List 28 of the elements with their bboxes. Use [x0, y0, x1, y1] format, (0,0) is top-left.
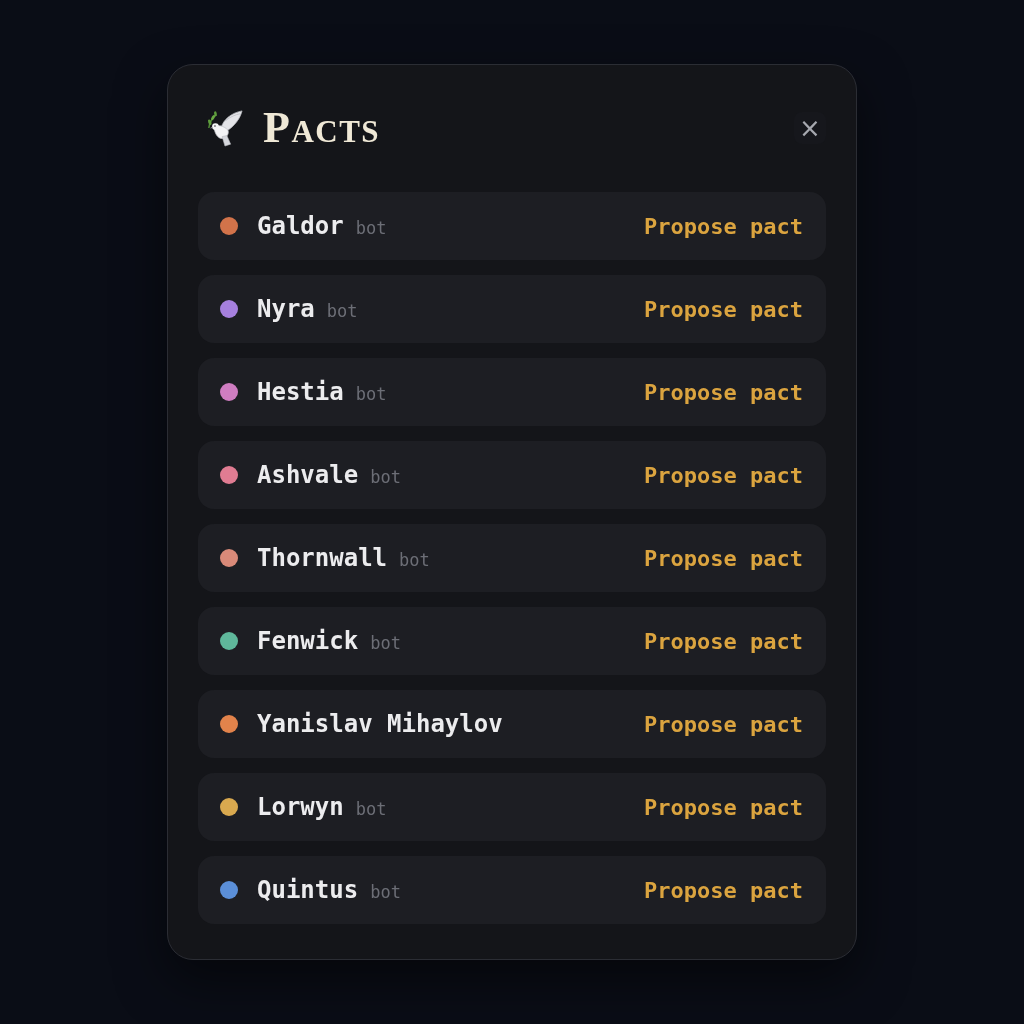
panel-title: Pacts	[263, 106, 381, 150]
dove-icon	[205, 109, 243, 147]
bot-tag: bot	[370, 467, 401, 487]
player-name: Hestia	[257, 378, 344, 406]
player-name: Galdor	[257, 212, 344, 240]
player-name: Fenwick	[257, 627, 359, 655]
bot-tag: bot	[370, 882, 401, 902]
propose-pact-button[interactable]: Propose pact	[644, 794, 803, 820]
player-name: Nyra	[257, 295, 315, 323]
propose-pact-button[interactable]: Propose pact	[644, 545, 803, 571]
propose-pact-button[interactable]: Propose pact	[644, 379, 803, 405]
propose-pact-button[interactable]: Propose pact	[644, 711, 803, 737]
bot-tag: bot	[399, 550, 430, 570]
propose-pact-button[interactable]: Propose pact	[644, 628, 803, 654]
player-name: Quintus	[257, 876, 359, 904]
propose-pact-button[interactable]: Propose pact	[644, 877, 803, 903]
bot-tag: bot	[326, 301, 358, 321]
propose-pact-button[interactable]: Propose pact	[644, 462, 803, 488]
player-name: Thornwall	[257, 544, 388, 572]
bot-tag: bot	[355, 218, 387, 238]
player-name: Yanislav Mihaylov	[257, 710, 503, 738]
player-name: Ashvale	[257, 461, 359, 489]
propose-pact-button[interactable]: Propose pact	[644, 296, 803, 322]
bot-tag: bot	[355, 384, 387, 404]
propose-pact-button[interactable]: Propose pact	[644, 213, 803, 239]
bot-tag: bot	[370, 633, 401, 653]
bot-tag: bot	[355, 799, 387, 819]
player-name: Lorwyn	[257, 793, 344, 821]
